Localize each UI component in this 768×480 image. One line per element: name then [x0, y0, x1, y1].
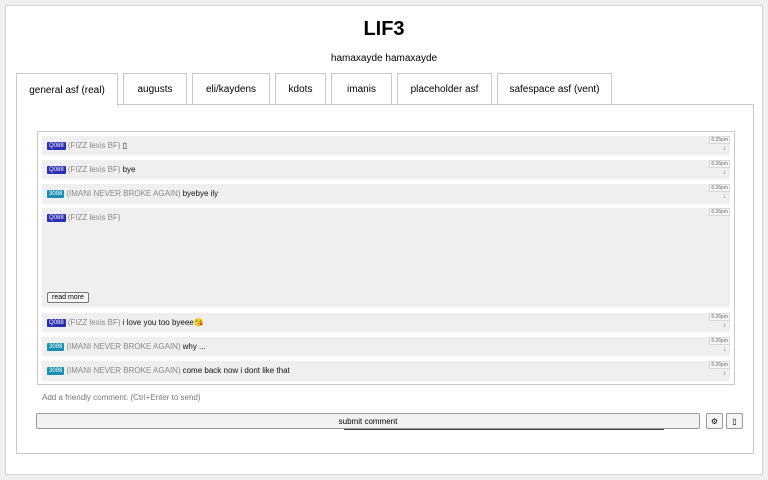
submit-underline — [344, 429, 664, 430]
vote-arrow-icon[interactable]: ↓ — [723, 194, 726, 200]
tab-eli-kaydens[interactable]: eli/kaydens — [192, 73, 270, 105]
user-badge[interactable]: 3098 — [47, 343, 65, 351]
user-badge[interactable]: 3098 — [47, 367, 65, 375]
user-name: (IMANI NEVER BROKE AGAIN) — [66, 366, 181, 375]
tab-bar: general asf (real) augusts eli/kaydens k… — [16, 73, 617, 106]
message-text: why ... — [182, 342, 206, 351]
user-badge[interactable]: Q088 — [47, 214, 66, 222]
message-header: 3098 (IMANI NEVER BROKE AGAIN) come back n… — [47, 366, 290, 375]
comment-input[interactable] — [37, 386, 735, 408]
tab-imanis[interactable]: imanis — [331, 73, 392, 105]
read-more-button[interactable]: read more — [47, 292, 89, 303]
message-header: 3098 (IMANI NEVER BROKE AGAIN) byebye ily — [47, 189, 218, 198]
message-header: 3098 (IMANI NEVER BROKE AGAIN) why ... — [47, 342, 206, 351]
timestamp: 6:25pm — [709, 136, 730, 144]
message-text: i love you too byeee😘 — [122, 318, 204, 327]
user-name: (IMANI NEVER BROKE AGAIN) — [66, 189, 181, 198]
submit-comment-button[interactable]: submit comment — [36, 413, 700, 429]
settings-icon[interactable]: ⚙ — [706, 413, 723, 429]
user-name: (FIZZ lexis BF) — [67, 141, 121, 150]
tab-placeholder[interactable]: placeholder asf — [397, 73, 492, 105]
message-text: byebye ily — [182, 189, 219, 198]
tab-safespace[interactable]: safespace asf (vent) — [497, 73, 612, 105]
vote-arrow-icon[interactable]: ↕ — [723, 170, 726, 176]
page-title: LIF3 — [363, 18, 405, 40]
message-header: Q088 (FIZZ lexis BF) i love you too byeee😘 — [47, 318, 204, 327]
timestamp: 6:26pm — [709, 208, 730, 216]
user-badge[interactable]: 3098 — [47, 190, 65, 198]
chat-message: 3098 (IMANI NEVER BROKE AGAIN) byebye ily … — [42, 184, 730, 204]
message-header: Q088 (FIZZ lexis BF) ▯ — [47, 141, 127, 150]
vote-arrow-icon[interactable]: ↕ — [723, 371, 726, 377]
chat-message: Q088 (FIZZ lexis BF) bye 6:26pm ↕ — [42, 160, 730, 179]
vote-arrow-icon[interactable]: ↕ — [723, 323, 726, 329]
chat-message: Q088 (FIZZ lexis BF) ▯ 6:25pm ↕ — [42, 136, 730, 155]
vote-arrow-icon[interactable]: ↕ — [723, 146, 726, 152]
timestamp: 6:26pm — [709, 160, 730, 168]
user-name: (FIZZ lexis BF) — [67, 318, 121, 327]
chat-log[interactable]: Q088 (FIZZ lexis BF) ▯ 6:25pm ↕ Q088 (FIZZ … — [37, 131, 735, 385]
tab-panel: Q088 (FIZZ lexis BF) ▯ 6:25pm ↕ Q088 (FIZZ … — [16, 104, 754, 454]
message-text: ▯ — [122, 141, 127, 150]
page-subtitle: hamaxayde hamaxayde — [330, 53, 438, 64]
chat-message: 3098 (IMANI NEVER BROKE AGAIN) why ... 6:2… — [42, 337, 730, 356]
chat-message: Q088 (FIZZ lexis BF) i love you too byeee😘… — [42, 313, 730, 332]
message-text: come back now i dont like that — [182, 366, 290, 375]
timestamp: 6:26pm — [709, 184, 730, 192]
timestamp: 6:26pm — [709, 361, 730, 369]
message-text: bye — [122, 165, 136, 174]
message-header: Q088 (FIZZ lexis BF) — [47, 213, 123, 222]
page-container: LIF3 hamaxayde hamaxayde general asf (re… — [5, 5, 763, 475]
tab-general[interactable]: general asf (real) — [16, 73, 118, 106]
chat-message: Q088 (FIZZ lexis BF) 6:26pm read more — [42, 208, 730, 307]
user-name: (IMANI NEVER BROKE AGAIN) — [66, 342, 181, 351]
message-header: Q088 (FIZZ lexis BF) bye — [47, 165, 135, 174]
user-name: (FIZZ lexis BF) — [67, 165, 121, 174]
chat-message: 3098 (IMANI NEVER BROKE AGAIN) come back n… — [42, 361, 730, 381]
timestamp: 6:26pm — [709, 337, 730, 345]
user-badge[interactable]: Q088 — [47, 142, 66, 150]
vote-arrow-icon[interactable]: ↓ — [723, 347, 726, 353]
attach-icon[interactable]: ▯ — [726, 413, 743, 429]
tab-augusts[interactable]: augusts — [123, 73, 187, 105]
user-badge[interactable]: Q088 — [47, 166, 66, 174]
timestamp: 6:26pm — [709, 313, 730, 321]
user-badge[interactable]: Q088 — [47, 319, 66, 327]
user-name: (FIZZ lexis BF) — [67, 213, 121, 222]
tab-kdots[interactable]: kdots — [275, 73, 326, 105]
